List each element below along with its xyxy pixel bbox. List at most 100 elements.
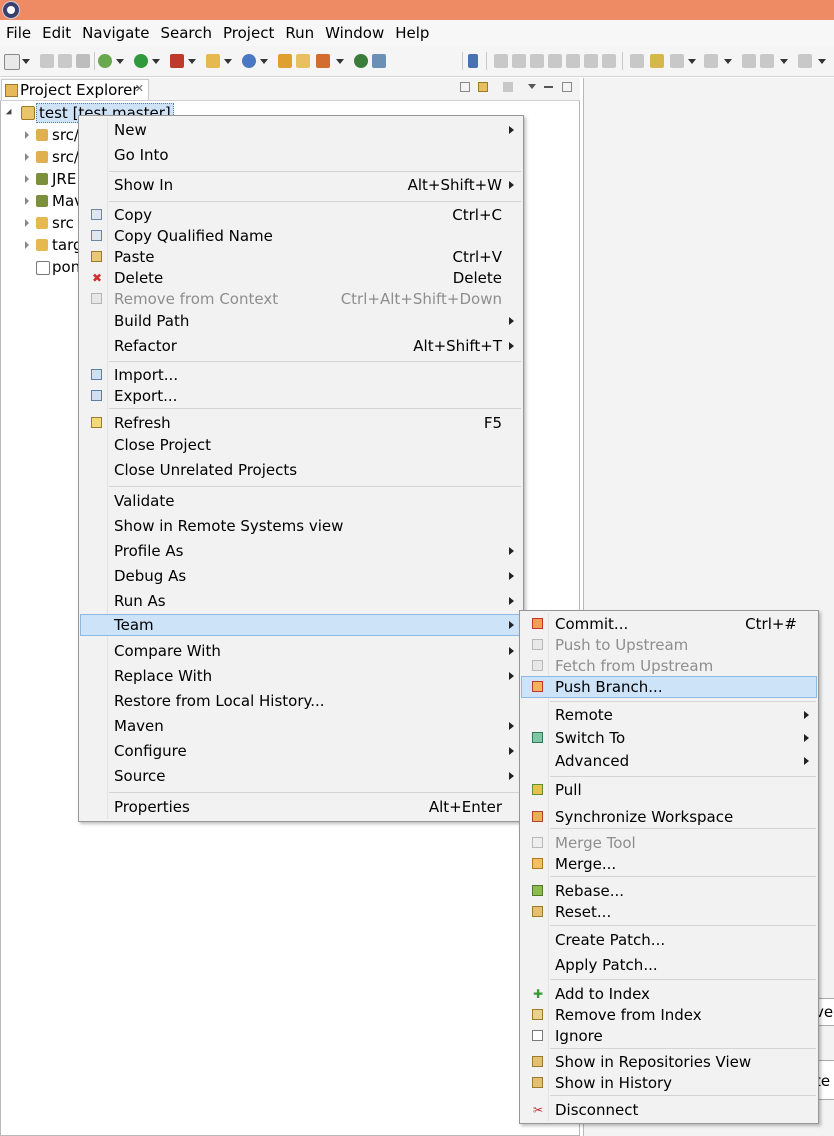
next-annotation-icon[interactable] [670,54,684,68]
open-type-icon[interactable] [296,54,310,68]
minimize-icon[interactable] [544,86,553,88]
menu-window[interactable]: Window [319,20,389,46]
eclipse-app-icon[interactable] [2,1,20,19]
twisty-icon[interactable] [25,175,29,183]
step-return-icon[interactable] [602,54,616,68]
maximize-icon[interactable] [562,82,572,92]
context-menu-item-close-unrelated-projects[interactable]: Close Unrelated Projects [81,460,521,480]
external-tools-dropdown-icon[interactable] [188,59,196,64]
menu-file[interactable]: File [0,20,36,46]
suspend-icon[interactable] [512,54,526,68]
prev-annotation-icon[interactable] [704,54,718,68]
debug-icon[interactable] [98,54,112,68]
menu-navigate[interactable]: Navigate [76,20,154,46]
team-menu-item-pull[interactable]: Pull [522,780,816,800]
external-tools-icon[interactable] [170,54,184,68]
context-menu-item-replace-with[interactable]: Replace With [81,666,521,686]
terminate-icon[interactable] [530,54,544,68]
team-menu-item-add-to-index[interactable]: ✚ Add to Index [522,984,816,1004]
tree-item[interactable]: src/ [52,126,79,144]
twisty-icon[interactable] [25,153,29,161]
menu-edit[interactable]: Edit [36,20,76,46]
twisty-icon[interactable] [25,241,29,249]
open-folder-icon[interactable] [278,54,292,68]
step-into-icon[interactable] [566,54,580,68]
globe-icon[interactable] [354,54,368,68]
team-menu-item-apply-patch[interactable]: Apply Patch... [522,955,816,975]
context-menu-item-export[interactable]: Export... [81,386,521,406]
team-menu-item-commit[interactable]: Commit... Ctrl+# [522,614,816,634]
twisty-icon[interactable] [25,197,29,205]
context-menu-item-validate[interactable]: Validate [81,491,521,511]
team-menu-item-show-in-history[interactable]: Show in History [522,1073,816,1093]
tree-item[interactable]: JRE [52,170,76,188]
step-over-icon[interactable] [584,54,598,68]
context-menu-item-maven[interactable]: Maven [81,716,521,736]
print-icon[interactable] [76,54,90,68]
context-menu-item-new[interactable]: New [81,120,521,140]
tree-item[interactable]: src/ [52,148,79,166]
team-menu-item-switch-to[interactable]: Switch To [522,728,816,748]
web-icon[interactable] [242,54,256,68]
team-menu-item-remote[interactable]: Remote [522,705,816,725]
context-menu-item-paste[interactable]: Paste Ctrl+V [81,247,521,267]
team-menu-item-rebase[interactable]: Rebase... [522,881,816,901]
context-menu-item-source[interactable]: Source [81,766,521,786]
context-menu-item-show-in-remote-systems-view[interactable]: Show in Remote Systems view [81,516,521,536]
project-explorer-tab[interactable]: Project Explorer ✕ [1,79,149,100]
team-menu-item-disconnect[interactable]: ✂ Disconnect [522,1100,816,1120]
new-icon[interactable] [4,54,20,70]
back-icon[interactable] [760,54,774,68]
new-project-icon[interactable] [206,54,220,68]
context-menu-item-run-as[interactable]: Run As [81,591,521,611]
save-icon[interactable] [40,54,54,68]
run-dropdown-icon[interactable] [152,59,160,64]
debug-dropdown-icon[interactable] [116,59,124,64]
team-menu-item-advanced[interactable]: Advanced [522,751,816,771]
context-menu-item-delete[interactable]: ✖ Delete Delete [81,268,521,288]
close-icon[interactable]: ✕ [135,82,144,95]
forward-icon[interactable] [798,54,812,68]
context-menu-item-refresh[interactable]: Refresh F5 [81,413,521,433]
team-menu-item-remove-from-index[interactable]: Remove from Index [522,1005,816,1025]
save-all-icon[interactable] [58,54,72,68]
disconnect-debug-icon[interactable] [548,54,562,68]
context-menu-item-close-project[interactable]: Close Project [81,435,521,455]
context-menu-item-show-in[interactable]: Show In Alt+Shift+W [81,175,521,195]
team-menu-item-push-branch[interactable]: Push Branch... [521,676,817,698]
menu-help[interactable]: Help [389,20,434,46]
sync-icon[interactable] [372,54,386,68]
team-menu-item-show-in-repositories-view[interactable]: Show in Repositories View [522,1052,816,1072]
context-menu-item-import[interactable]: Import... [81,365,521,385]
team-menu-item-merge[interactable]: Merge... [522,854,816,874]
team-menu-item-synchronize-workspace[interactable]: Synchronize Workspace [522,807,816,827]
last-edit-icon[interactable] [742,54,756,68]
menu-project[interactable]: Project [217,20,279,46]
twisty-icon[interactable] [25,131,29,139]
new-dropdown-icon[interactable] [22,59,30,64]
team-menu-item-ignore[interactable]: Ignore [522,1026,816,1046]
context-menu-item-configure[interactable]: Configure [81,741,521,761]
context-menu-item-team[interactable]: Team [80,614,522,636]
pin-icon[interactable] [468,54,478,68]
next-annotation-dropdown-icon[interactable] [688,59,696,64]
view-filter-icon[interactable] [503,82,513,92]
context-menu-item-copy-qualified-name[interactable]: Copy Qualified Name [81,226,521,246]
resume-icon[interactable] [494,54,508,68]
view-menu-icon[interactable] [528,84,536,89]
team-menu-item-create-patch[interactable]: Create Patch... [522,930,816,950]
new-project-dropdown-icon[interactable] [224,59,232,64]
link-editor-icon[interactable] [478,82,488,92]
context-menu-item-copy[interactable]: Copy Ctrl+C [81,205,521,225]
twisty-icon[interactable] [25,219,29,227]
menu-search[interactable]: Search [154,20,217,46]
prev-annotation-dropdown-icon[interactable] [724,59,732,64]
git-icon[interactable] [316,54,330,68]
menu-run[interactable]: Run [279,20,319,46]
web-dropdown-icon[interactable] [260,59,268,64]
context-menu-item-refactor[interactable]: Refactor Alt+Shift+T [81,336,521,356]
context-menu-item-compare-with[interactable]: Compare With [81,641,521,661]
back-dropdown-icon[interactable] [780,59,788,64]
collapse-all-icon[interactable] [460,82,470,92]
mark-occurrences-icon[interactable] [650,54,664,68]
